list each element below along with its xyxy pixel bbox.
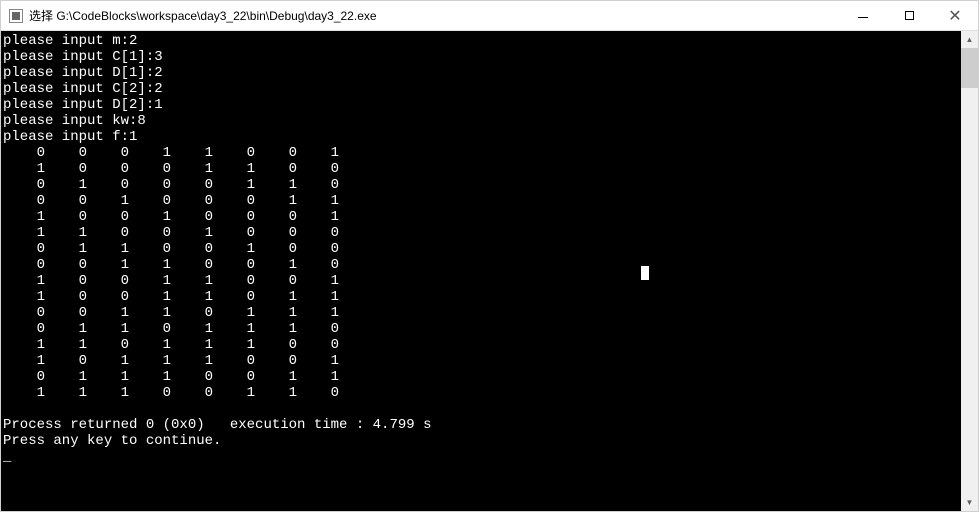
console-output[interactable]: please input m:2 please input C[1]:3 ple… [1, 31, 961, 511]
app-icon [9, 9, 23, 23]
matrix-output: 0 0 0 1 1 0 0 1 1 0 0 0 1 1 0 0 0 1 0 0 … [3, 145, 961, 401]
close-button[interactable]: ✕ [932, 1, 978, 30]
scroll-track[interactable] [961, 48, 978, 494]
scroll-up-icon[interactable]: ▲ [961, 31, 978, 48]
title-left: 选择 G:\CodeBlocks\workspace\day3_22\bin\D… [1, 7, 840, 24]
text-cursor-icon [641, 266, 649, 280]
window-controls: ✕ [840, 1, 978, 30]
scroll-thumb[interactable] [961, 48, 978, 88]
prompt-c1: please input C[1]:3 [3, 49, 163, 65]
client-area: please input m:2 please input C[1]:3 ple… [1, 31, 978, 511]
window-title: 选择 G:\CodeBlocks\workspace\day3_22\bin\D… [29, 7, 377, 24]
cursor-prompt: _ [3, 449, 11, 465]
prompt-kw: please input kw:8 [3, 113, 146, 129]
prompt-m: please input m:2 [3, 33, 137, 49]
prompt-d2: please input D[2]:1 [3, 97, 163, 113]
prompt-c2: please input C[2]:2 [3, 81, 163, 97]
vertical-scrollbar[interactable]: ▲ ▼ [961, 31, 978, 511]
prompt-f: please input f:1 [3, 129, 137, 145]
press-any-key: Press any key to continue. [3, 433, 221, 449]
prompt-d1: please input D[1]:2 [3, 65, 163, 81]
console-window: 选择 G:\CodeBlocks\workspace\day3_22\bin\D… [0, 0, 979, 512]
process-returned: Process returned 0 (0x0) execution time … [3, 417, 431, 433]
scroll-down-icon[interactable]: ▼ [961, 494, 978, 511]
maximize-button[interactable] [886, 1, 932, 30]
titlebar[interactable]: 选择 G:\CodeBlocks\workspace\day3_22\bin\D… [1, 1, 978, 31]
minimize-button[interactable] [840, 1, 886, 30]
